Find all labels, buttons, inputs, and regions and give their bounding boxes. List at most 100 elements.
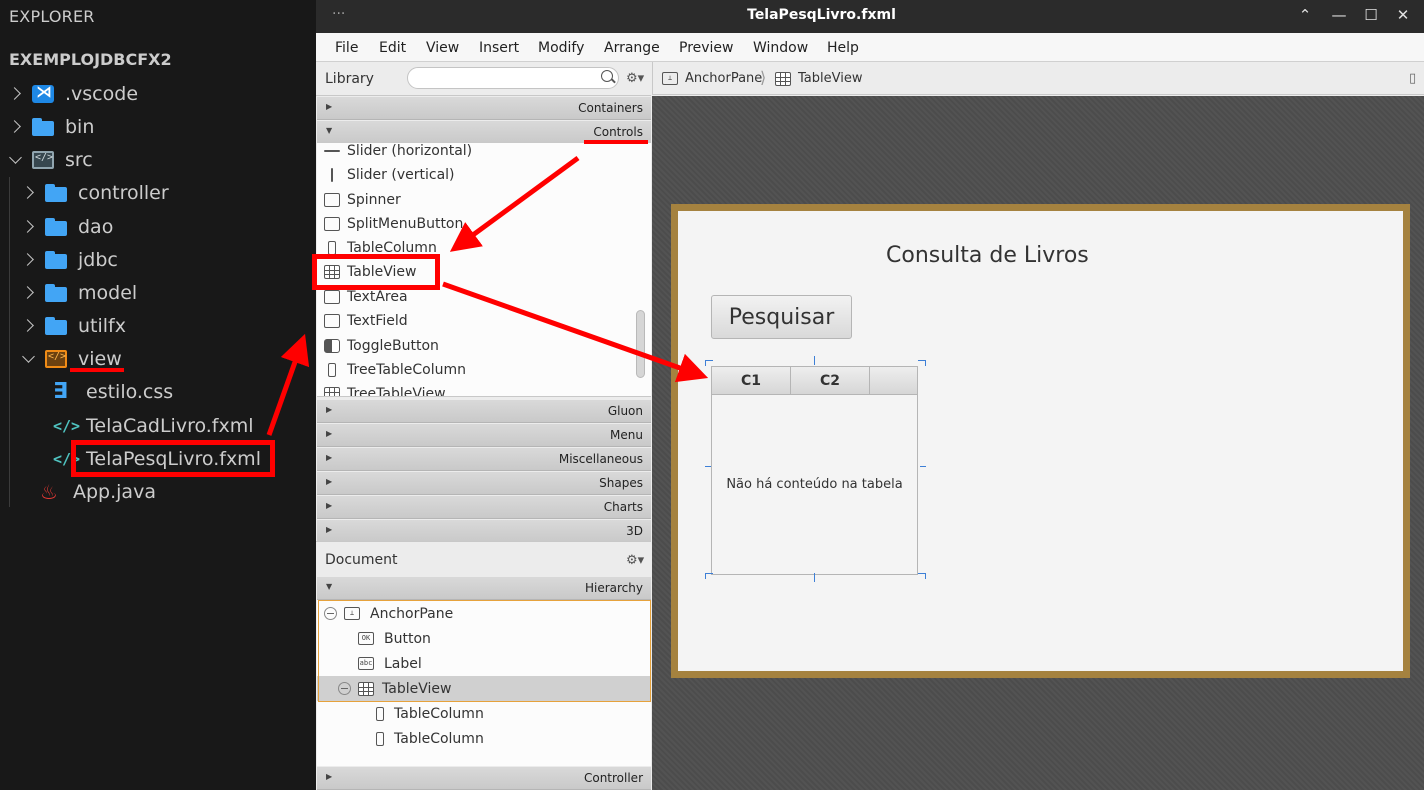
library-section-charts[interactable]: ▶ Charts — [317, 496, 651, 519]
collapse-icon[interactable]: ⌃ — [1294, 6, 1316, 26]
tree-item-label: App.java — [73, 480, 156, 503]
css-file-icon: ∃ — [53, 379, 69, 404]
library-item-tablecolumn[interactable]: TableColumn — [324, 236, 437, 260]
project-title[interactable]: EXEMPLOJDBCFX2 — [9, 50, 172, 69]
selection-handle[interactable] — [705, 466, 711, 467]
library-search-input[interactable] — [407, 67, 619, 89]
anchor-pane-stage[interactable]: Consulta de Livros Pesquisar C1 C2 Não h… — [671, 204, 1410, 678]
selection-handle[interactable] — [920, 466, 926, 467]
menu-help[interactable]: Help — [827, 40, 859, 56]
menu-view[interactable]: View — [426, 40, 459, 56]
chevron-right-icon — [20, 318, 36, 334]
library-item-slider-vertical[interactable]: Slider (vertical) — [324, 163, 455, 187]
tree-item-telacadlivro[interactable]: </> TelaCadLivro.fxml — [53, 409, 254, 442]
tree-item-estilo-css[interactable]: ∃ estilo.css — [53, 375, 173, 408]
title-bar: ··· TelaPesqLivro.fxml ⌃ — ☐ ✕ — [316, 0, 1424, 33]
tree-item-vscode[interactable]: .vscode — [7, 77, 138, 110]
close-icon[interactable]: ✕ — [1392, 6, 1414, 26]
table-column-c2[interactable]: C2 — [791, 367, 870, 395]
table-column-icon — [328, 241, 336, 255]
label-icon: abc — [358, 657, 374, 670]
chevron-right-icon — [20, 285, 36, 301]
selection-handle[interactable] — [814, 356, 815, 365]
tree-item-jdbc[interactable]: jdbc — [20, 243, 118, 276]
library-item-togglebutton[interactable]: ToggleButton — [324, 334, 439, 358]
selection-handle[interactable] — [705, 573, 706, 579]
section-label: Miscellaneous — [558, 452, 643, 466]
library-scrollbar[interactable] — [636, 310, 645, 378]
library-item-label: TableView — [347, 264, 417, 280]
hierarchy-node-tableview[interactable]: TableView — [317, 676, 651, 701]
tree-item-src[interactable]: src — [7, 143, 93, 176]
library-item-treetablecolumn[interactable]: TreeTableColumn — [324, 358, 466, 382]
library-item-spinner[interactable]: Spinner — [324, 188, 401, 212]
tree-item-telapesqlivro[interactable]: </> TelaPesqLivro.fxml — [53, 442, 261, 475]
table-view[interactable]: C1 C2 Não há conteúdo na tabela — [711, 366, 918, 575]
tree-item-utilfx[interactable]: utilfx — [20, 309, 126, 342]
hierarchy-node-label-control[interactable]: abc Label — [317, 651, 651, 676]
maximize-icon[interactable]: ☐ — [1360, 6, 1382, 26]
library-section-gluon[interactable]: ▶ Gluon — [317, 400, 651, 423]
stage-title-label[interactable]: Consulta de Livros — [886, 243, 1089, 268]
selection-handle[interactable] — [925, 360, 926, 366]
window-title: TelaPesqLivro.fxml — [747, 7, 896, 23]
tree-item-bin[interactable]: bin — [7, 110, 94, 143]
library-item-splitmenubutton[interactable]: SplitMenuButton — [324, 212, 463, 236]
section-label: Controller — [583, 771, 643, 785]
library-section-miscellaneous[interactable]: ▶ Miscellaneous — [317, 448, 651, 471]
document-section-hierarchy[interactable]: ▼ Hierarchy — [317, 577, 651, 600]
triangle-right-icon: ▶ — [326, 772, 333, 781]
folder-icon — [45, 250, 67, 269]
tree-item-app-java[interactable]: ♨ App.java — [40, 475, 156, 508]
library-item-label: Slider (vertical) — [347, 167, 455, 183]
library-item-slider-horizontal[interactable]: Slider (horizontal) — [324, 143, 472, 163]
library-section-menu[interactable]: ▶ Menu — [317, 424, 651, 447]
library-section-shapes[interactable]: ▶ Shapes — [317, 472, 651, 495]
pesquisar-button[interactable]: Pesquisar — [711, 295, 852, 339]
section-label: Shapes — [599, 476, 643, 490]
table-view-icon — [775, 71, 791, 86]
breadcrumb-item-anchorpane[interactable]: ⊥ AnchorPane — [662, 71, 762, 86]
hierarchy-node-button[interactable]: OK Button — [317, 626, 651, 651]
minimize-icon[interactable]: — — [1328, 6, 1350, 26]
selection-handle[interactable] — [705, 360, 706, 366]
gear-icon[interactable]: ⚙▾ — [626, 71, 644, 86]
selection-handle[interactable] — [925, 573, 926, 579]
library-item-tableview[interactable]: TableView — [324, 260, 416, 284]
tree-item-model[interactable]: model — [20, 276, 137, 309]
menu-preview[interactable]: Preview — [679, 40, 734, 56]
library-item-textarea[interactable]: TextArea — [324, 285, 408, 309]
library-item-textfield[interactable]: TextField — [324, 309, 408, 333]
library-section-containers[interactable]: ▶ Containers — [317, 97, 651, 120]
menu-file[interactable]: File — [335, 40, 358, 56]
breadcrumb-item-tableview[interactable]: TableView — [775, 71, 862, 86]
library-section-3d[interactable]: ▶ 3D — [317, 520, 651, 543]
collapse-icon[interactable] — [324, 607, 337, 620]
tree-item-view[interactable]: view — [20, 342, 122, 375]
document-icon[interactable]: ▯ — [1409, 71, 1416, 86]
menu-modify[interactable]: Modify — [538, 40, 584, 56]
selection-handle[interactable] — [705, 360, 713, 361]
chevron-right-icon — [7, 86, 23, 102]
button-icon: OK — [358, 632, 374, 645]
menu-edit[interactable]: Edit — [379, 40, 406, 56]
table-column-c1[interactable]: C1 — [712, 367, 791, 395]
hierarchy-node-anchorpane[interactable]: ⊥ AnchorPane — [317, 601, 651, 626]
collapse-icon[interactable] — [338, 682, 351, 695]
gear-icon[interactable]: ⚙▾ — [626, 553, 644, 568]
hierarchy-node-tablecolumn[interactable]: TableColumn — [317, 726, 651, 751]
library-item-treetableview[interactable]: TreeTableView — [324, 382, 446, 396]
section-label: Menu — [610, 428, 643, 442]
selection-handle[interactable] — [814, 573, 815, 582]
library-section-controls[interactable]: ▼ Controls — [317, 121, 651, 144]
menu-arrange[interactable]: Arrange — [604, 40, 660, 56]
document-section-controller[interactable]: ▶ Controller — [317, 767, 651, 790]
menu-insert[interactable]: Insert — [479, 40, 519, 56]
tree-item-dao[interactable]: dao — [20, 210, 113, 243]
tree-item-controller[interactable]: controller — [20, 176, 169, 209]
section-label: Containers — [578, 101, 643, 115]
selection-handle[interactable] — [705, 573, 713, 574]
hierarchy-node-tablecolumn[interactable]: TableColumn — [317, 701, 651, 726]
menu-window[interactable]: Window — [753, 40, 808, 56]
spinner-icon — [324, 193, 340, 207]
